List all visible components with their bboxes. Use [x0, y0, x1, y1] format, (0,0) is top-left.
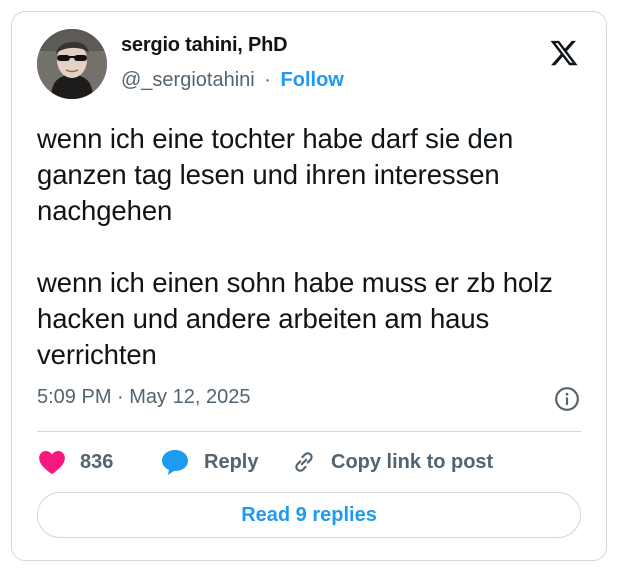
- divider: [37, 431, 581, 432]
- handle-separator: ·: [264, 69, 271, 91]
- user-handle[interactable]: @_sergiotahini: [121, 69, 255, 91]
- x-logo-icon[interactable]: [548, 38, 580, 68]
- display-name[interactable]: sergio tahini, PhD: [121, 34, 288, 57]
- tweet-text: wenn ich eine tochter habe darf sie den …: [37, 123, 553, 370]
- info-icon[interactable]: [554, 386, 580, 412]
- like-button[interactable]: 836: [38, 445, 113, 479]
- copy-link-button[interactable]: Copy link to post: [291, 445, 493, 479]
- avatar-image: [37, 29, 107, 99]
- link-icon: [291, 449, 317, 475]
- speech-bubble-icon: [160, 448, 190, 476]
- like-count: 836: [80, 450, 114, 473]
- tweet-timestamp[interactable]: 5:09 PM · May 12, 2025: [37, 386, 250, 409]
- tweet-card: sergio tahini, PhD @_sergiotahini · Foll…: [11, 11, 607, 561]
- reply-label: Reply: [204, 450, 259, 473]
- reply-button[interactable]: Reply: [160, 445, 258, 479]
- read-replies-label: Read 9 replies: [241, 503, 377, 526]
- copy-link-label: Copy link to post: [331, 450, 494, 473]
- avatar[interactable]: [37, 29, 107, 99]
- read-replies-button[interactable]: Read 9 replies: [37, 492, 581, 538]
- heart-icon: [38, 449, 66, 475]
- follow-button[interactable]: Follow: [281, 69, 344, 91]
- handle-row: @_sergiotahini · Follow: [121, 69, 344, 92]
